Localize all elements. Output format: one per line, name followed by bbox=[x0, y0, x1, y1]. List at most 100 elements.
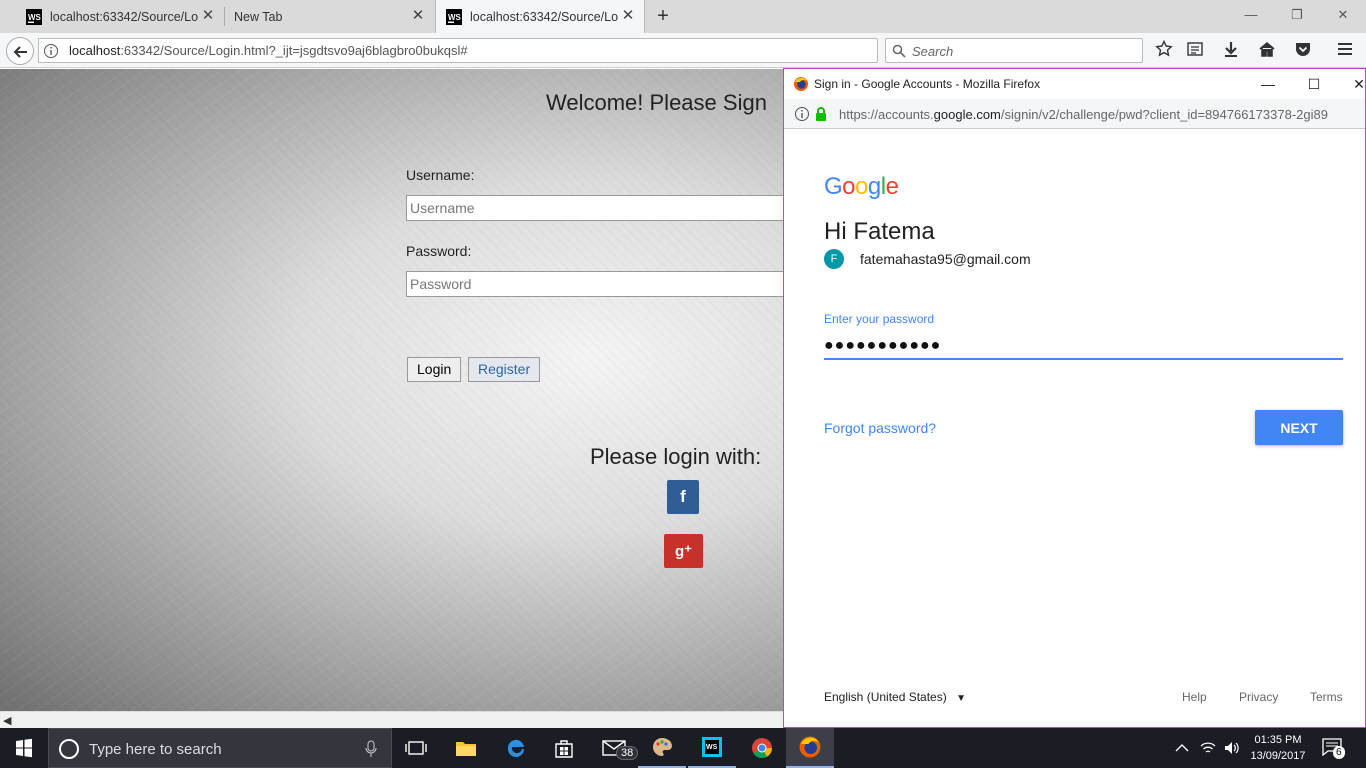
notification-badge: 6 bbox=[1333, 746, 1345, 759]
password-input[interactable] bbox=[406, 271, 784, 297]
google-password-input[interactable] bbox=[824, 334, 1343, 360]
search-bar[interactable]: Search bbox=[885, 38, 1143, 63]
google-plus-login-button[interactable]: g⁺ bbox=[664, 534, 703, 568]
password-field-label: Enter your password bbox=[824, 312, 935, 326]
tab-title: New Tab bbox=[234, 9, 283, 24]
volume-icon[interactable] bbox=[1224, 741, 1240, 755]
tab-localhost-2[interactable]: WS localhost:63342/Source/Log ✕ bbox=[435, 0, 645, 33]
logo-letter: g bbox=[867, 173, 881, 200]
username-label: Username: bbox=[406, 167, 475, 183]
popup-close-button[interactable]: ✕ bbox=[1336, 69, 1366, 99]
login-button[interactable]: Login bbox=[407, 357, 462, 382]
popup-minimize-button[interactable]: — bbox=[1245, 69, 1291, 99]
scroll-left-icon[interactable]: ◀ bbox=[3, 714, 11, 727]
welcome-heading: Welcome! Please Sign bbox=[546, 90, 767, 115]
tray-clock[interactable]: 01:35 PM 13/09/2017 bbox=[1246, 732, 1310, 764]
store-icon bbox=[555, 740, 573, 758]
edge-button[interactable] bbox=[492, 728, 540, 768]
webstorm-icon: WS bbox=[446, 8, 462, 25]
microphone-icon[interactable] bbox=[365, 740, 377, 758]
help-link[interactable]: Help bbox=[1182, 690, 1207, 704]
tray-chevron-up-icon[interactable] bbox=[1175, 743, 1189, 753]
chrome-button[interactable] bbox=[738, 728, 786, 768]
reading-list-icon[interactable] bbox=[1186, 40, 1204, 58]
chrome-icon bbox=[752, 738, 773, 759]
firefox-icon bbox=[794, 77, 808, 91]
clock-date: 13/09/2017 bbox=[1250, 750, 1306, 762]
minimize-button[interactable]: — bbox=[1228, 0, 1274, 30]
login-page: Welcome! Please Sign Username: Password:… bbox=[0, 69, 784, 711]
webstorm-icon: WS bbox=[26, 8, 42, 25]
pocket-icon[interactable] bbox=[1294, 40, 1312, 58]
folder-icon bbox=[456, 742, 476, 756]
store-button[interactable] bbox=[540, 728, 588, 768]
popup-url-bar: https://accounts.google.com/signin/v2/ch… bbox=[784, 99, 1365, 129]
start-button[interactable] bbox=[0, 728, 48, 768]
cortana-icon bbox=[59, 739, 79, 759]
url-text: localhost:63342/Source/Login.html?_ijt=j… bbox=[69, 43, 468, 58]
facebook-login-button[interactable]: f bbox=[667, 480, 699, 514]
search-placeholder: Search bbox=[912, 44, 954, 59]
close-window-button[interactable]: ✕ bbox=[1320, 0, 1366, 30]
background-texture bbox=[0, 69, 784, 711]
close-tab-icon[interactable]: ✕ bbox=[200, 8, 216, 24]
file-explorer-button[interactable] bbox=[442, 728, 490, 768]
horizontal-scrollbar[interactable]: ◀ bbox=[0, 711, 784, 728]
back-arrow-icon bbox=[13, 46, 27, 58]
tab-new-tab[interactable]: New Tab ✕ bbox=[224, 0, 434, 33]
url-bar[interactable]: localhost:63342/Source/Login.html?_ijt=j… bbox=[38, 38, 905, 63]
url-prefix: https://accounts. bbox=[839, 107, 934, 122]
new-tab-button[interactable]: + bbox=[650, 4, 676, 30]
popup-window-title: Sign in - Google Accounts - Mozilla Fire… bbox=[814, 77, 1041, 91]
url-path: :63342/Source/Login.html?_ijt=jsgdtsvo9a… bbox=[120, 43, 468, 58]
mail-badge: 38 bbox=[616, 746, 639, 760]
action-center-button[interactable]: 6 bbox=[1322, 738, 1346, 760]
logo-letter: o bbox=[855, 173, 868, 200]
task-view-button[interactable] bbox=[392, 728, 440, 768]
sign-in-popup-window: Sign in - Google Accounts - Mozilla Fire… bbox=[783, 68, 1366, 728]
svg-text:WS: WS bbox=[706, 744, 718, 751]
paint-app-button[interactable] bbox=[638, 728, 686, 768]
avatar: F bbox=[824, 249, 844, 269]
wifi-icon[interactable] bbox=[1199, 741, 1217, 755]
firefox-taskbar-button[interactable] bbox=[786, 728, 834, 768]
username-input[interactable] bbox=[406, 195, 784, 221]
popup-url-text: https://accounts.google.com/signin/v2/ch… bbox=[839, 107, 1328, 122]
logo-letter: e bbox=[885, 173, 899, 200]
taskbar-search-placeholder: Type here to search bbox=[89, 741, 222, 758]
taskbar-search-box[interactable]: Type here to search bbox=[48, 728, 392, 768]
restore-button[interactable]: ❐ bbox=[1274, 0, 1320, 30]
mail-button[interactable]: 38 bbox=[590, 728, 639, 768]
svg-text:WS: WS bbox=[448, 13, 462, 22]
close-tab-icon[interactable]: ✕ bbox=[410, 8, 426, 24]
account-email: fatemahasta95@gmail.com bbox=[860, 251, 1031, 267]
logo-letter: o bbox=[842, 173, 856, 200]
language-selector[interactable]: English (United States) ▼ bbox=[824, 690, 966, 704]
url-suffix: /signin/v2/challenge/pwd?client_id=89476… bbox=[1000, 107, 1328, 122]
webstorm-icon: WS bbox=[702, 737, 722, 757]
forgot-password-link[interactable]: Forgot password? bbox=[824, 420, 936, 436]
next-button[interactable]: NEXT bbox=[1255, 410, 1343, 445]
privacy-link[interactable]: Privacy bbox=[1239, 690, 1278, 704]
register-button[interactable]: Register bbox=[468, 357, 541, 382]
info-icon[interactable] bbox=[43, 43, 59, 59]
windows-logo-icon bbox=[16, 738, 32, 758]
lock-icon bbox=[816, 107, 826, 121]
hamburger-menu-icon[interactable] bbox=[1336, 40, 1354, 58]
dropdown-arrow-icon: ▼ bbox=[956, 693, 966, 704]
popup-maximize-button[interactable]: ☐ bbox=[1291, 69, 1337, 99]
edge-icon bbox=[507, 739, 524, 757]
info-icon[interactable] bbox=[794, 106, 810, 122]
palette-icon bbox=[653, 738, 672, 756]
back-button[interactable] bbox=[6, 37, 34, 65]
search-icon bbox=[892, 44, 906, 58]
webstorm-taskbar-button[interactable]: WS bbox=[688, 728, 736, 768]
downloads-icon[interactable] bbox=[1222, 40, 1240, 58]
bookmark-star-icon[interactable] bbox=[1155, 40, 1173, 58]
tab-strip: WS localhost:63342/Source/Log ✕ New Tab … bbox=[0, 0, 1366, 33]
tab-localhost-1[interactable]: WS localhost:63342/Source/Log ✕ bbox=[16, 0, 224, 33]
task-view-icon bbox=[405, 741, 427, 755]
home-icon[interactable] bbox=[1258, 40, 1276, 58]
close-tab-icon[interactable]: ✕ bbox=[620, 8, 636, 24]
terms-link[interactable]: Terms bbox=[1310, 690, 1343, 704]
